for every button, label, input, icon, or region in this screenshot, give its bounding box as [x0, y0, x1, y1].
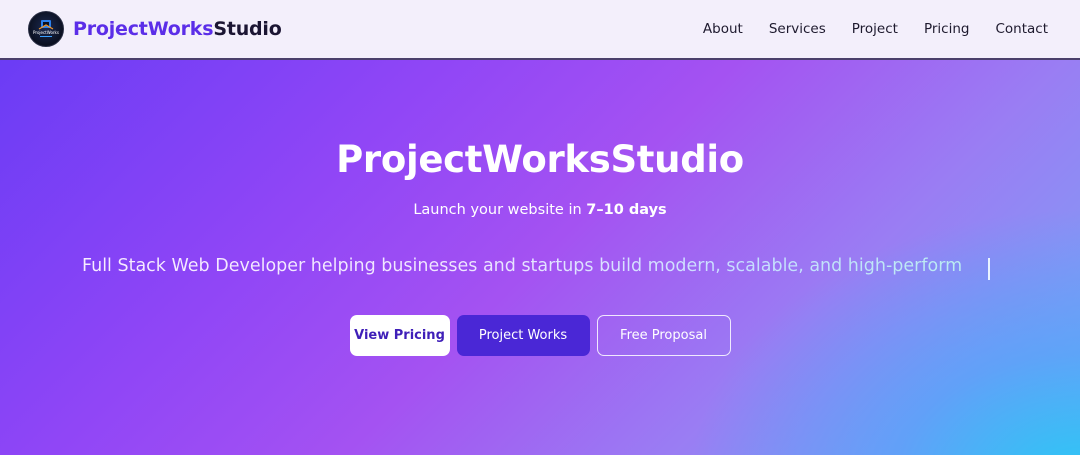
- hero-section: ProjectWorksStudio Launch your website i…: [0, 60, 1080, 455]
- nav-item-about[interactable]: About: [703, 21, 743, 37]
- page: ProjectWorks ProjectWorksStudio About Se…: [0, 0, 1080, 455]
- hero-subtitle-highlight: 7–10 days: [586, 202, 667, 218]
- nav-item-project[interactable]: Project: [852, 21, 898, 37]
- logo-icon[interactable]: ProjectWorks: [28, 11, 64, 47]
- view-pricing-button[interactable]: View Pricing: [349, 315, 450, 356]
- brand-name-part2: Studio: [213, 18, 282, 40]
- free-proposal-button[interactable]: Free Proposal: [596, 315, 731, 356]
- nav-item-contact[interactable]: Contact: [995, 21, 1048, 37]
- hero-subtitle: Launch your website in 7–10 days: [0, 202, 1080, 218]
- hero-title: ProjectWorksStudio: [336, 138, 744, 181]
- navbar: ProjectWorks ProjectWorksStudio About Se…: [0, 0, 1080, 60]
- brand[interactable]: ProjectWorks ProjectWorksStudio: [28, 11, 282, 47]
- brand-name[interactable]: ProjectWorksStudio: [73, 18, 282, 40]
- typing-cursor: [988, 258, 990, 280]
- project-works-button[interactable]: Project Works: [456, 315, 590, 356]
- nav-item-services[interactable]: Services: [769, 21, 826, 37]
- hero-buttons: View Pricing Project Works Free Proposal: [0, 315, 1080, 356]
- logo-text: ProjectWorks: [33, 30, 59, 35]
- nav-item-pricing[interactable]: Pricing: [924, 21, 970, 37]
- hero-tagline: Full Stack Web Developer helping busines…: [82, 256, 1022, 276]
- brand-name-part1: ProjectWorks: [73, 18, 214, 40]
- hero-subtitle-prefix: Launch your website in: [413, 202, 587, 218]
- logo-mark: ProjectWorks: [33, 20, 59, 37]
- nav-menu: About Services Project Pricing Contact: [677, 21, 1048, 37]
